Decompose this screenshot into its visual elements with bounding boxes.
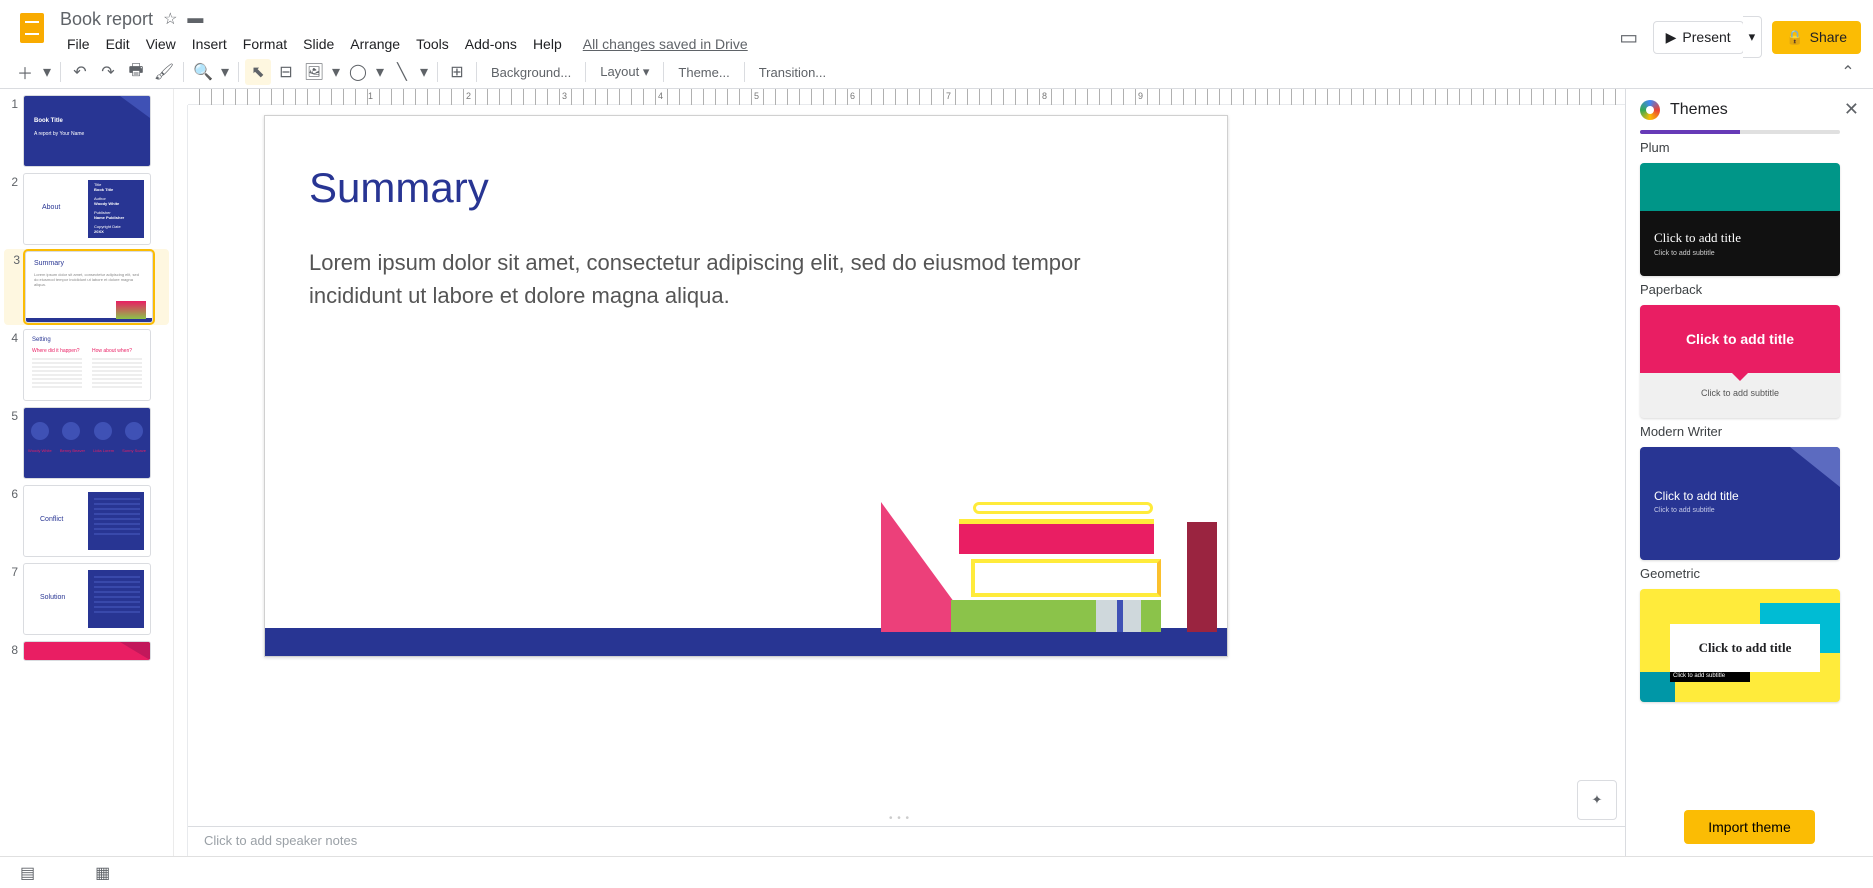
thumbnail-2[interactable]: About Title Book Title Author Woody Whit… <box>23 173 151 245</box>
thumbnail-1[interactable]: Book Title A report by Your Name <box>23 95 151 167</box>
zoom-dropdown[interactable]: ▾ <box>218 59 232 85</box>
thumbnail-6[interactable]: Conflict <box>23 485 151 557</box>
theme-plum-label: Plum <box>1640 140 1859 155</box>
menu-file[interactable]: File <box>60 33 97 55</box>
thumbnail-7[interactable]: Solution <box>23 563 151 635</box>
collapse-toolbar-icon[interactable]: ⌃ <box>1835 59 1861 85</box>
filmstrip-view-icon[interactable]: ▤ <box>20 863 35 883</box>
new-slide-button[interactable]: ＋ <box>12 59 38 85</box>
layout-label: Layout <box>600 64 639 79</box>
notes-drag-handle[interactable]: • • • <box>889 813 910 824</box>
slide-canvas[interactable]: Summary Lorem ipsum dolor sit amet, cons… <box>264 115 1228 657</box>
share-button[interactable]: 🔒 Share <box>1772 21 1861 54</box>
thumbnails-panel[interactable]: 1 Book Title A report by Your Name 2 Abo… <box>0 89 174 856</box>
theme-pop[interactable]: Click to add title Click to add subtitle <box>1640 589 1840 702</box>
slide-title[interactable]: Summary <box>309 164 489 212</box>
doc-title[interactable]: Book report <box>60 9 153 30</box>
line-tool[interactable]: ╲ <box>389 59 415 85</box>
grid-view-icon[interactable]: ▦ <box>95 863 110 883</box>
thumbnail-5[interactable]: Woody White Benny Beaver Lidia Lorem Sun… <box>23 407 151 479</box>
layout-button[interactable]: Layout ▾ <box>592 60 657 84</box>
menu-view[interactable]: View <box>139 33 183 55</box>
present-icon: ▶ <box>1666 29 1677 46</box>
slides-logo[interactable] <box>12 8 52 48</box>
textbox-tool[interactable]: ⊟ <box>273 59 299 85</box>
comment-button[interactable]: ⊞ <box>444 59 470 85</box>
background-button[interactable]: Background... <box>483 61 579 84</box>
theme-modern-writer-label: Modern Writer <box>1640 424 1859 439</box>
save-status[interactable]: All changes saved in Drive <box>583 33 748 55</box>
menu-insert[interactable]: Insert <box>185 33 234 55</box>
menu-addons[interactable]: Add-ons <box>458 33 524 55</box>
theme-button[interactable]: Theme... <box>670 61 737 84</box>
thumbnail-8[interactable] <box>23 641 151 661</box>
image-tool[interactable]: 🖼 <box>301 59 327 85</box>
theme-paperback-label: Paperback <box>1640 282 1859 297</box>
image-dropdown[interactable]: ▾ <box>329 59 343 85</box>
menu-arrange[interactable]: Arrange <box>343 33 407 55</box>
line-dropdown[interactable]: ▾ <box>417 59 431 85</box>
thumbnail-3[interactable]: Summary Lorem ipsum dolor sit amet, cons… <box>25 251 153 323</box>
menu-edit[interactable]: Edit <box>99 33 137 55</box>
thumbnail-4[interactable]: Setting Where did it happen? How about w… <box>23 329 151 401</box>
select-tool[interactable]: ⬉ <box>245 59 271 85</box>
theme-geometric-label: Geometric <box>1640 566 1859 581</box>
close-icon[interactable]: ✕ <box>1844 99 1859 120</box>
move-folder-icon[interactable]: ▬ <box>187 10 203 28</box>
theme-paperback[interactable]: Click to add title Click to add subtitle <box>1640 163 1840 276</box>
books-illustration <box>951 462 1201 632</box>
comments-icon[interactable]: ▭ <box>1615 23 1643 51</box>
star-icon[interactable]: ☆ <box>163 9 177 29</box>
menu-help[interactable]: Help <box>526 33 569 55</box>
present-dropdown[interactable]: ▾ <box>1743 16 1763 58</box>
share-label: Share <box>1810 29 1847 45</box>
slide-body[interactable]: Lorem ipsum dolor sit amet, consectetur … <box>309 246 1167 312</box>
undo-button[interactable]: ↶ <box>67 59 93 85</box>
horizontal-ruler: 1 2 3 4 5 6 7 8 9 <box>188 89 1625 105</box>
shape-dropdown[interactable]: ▾ <box>373 59 387 85</box>
new-slide-dropdown[interactable]: ▾ <box>40 59 54 85</box>
print-button[interactable]: 🖶 <box>123 59 149 85</box>
palette-icon <box>1640 100 1660 120</box>
menu-tools[interactable]: Tools <box>409 33 456 55</box>
zoom-button[interactable]: 🔍 <box>190 59 216 85</box>
lock-icon: 🔒 <box>1786 29 1803 46</box>
menu-format[interactable]: Format <box>236 33 294 55</box>
transition-button[interactable]: Transition... <box>751 61 834 84</box>
themes-list[interactable]: Plum Click to add title Click to add sub… <box>1626 130 1873 798</box>
theme-geometric[interactable]: Click to add title Click to add subtitle <box>1640 447 1840 560</box>
explore-button[interactable]: ✦ <box>1577 780 1617 820</box>
menu-slide[interactable]: Slide <box>296 33 341 55</box>
themes-title: Themes <box>1670 101 1728 119</box>
redo-button[interactable]: ↷ <box>95 59 121 85</box>
theme-modern-writer[interactable]: Click to add title Click to add subtitle <box>1640 305 1840 418</box>
present-label: Present <box>1682 29 1730 45</box>
vertical-ruler <box>174 105 188 856</box>
present-button[interactable]: ▶ Present <box>1653 21 1744 54</box>
speaker-notes[interactable]: Click to add speaker notes <box>188 826 1625 856</box>
paint-format-button[interactable]: 🖌 <box>151 59 177 85</box>
import-theme-button[interactable]: Import theme <box>1684 810 1814 844</box>
slide-footer-band <box>265 628 1227 656</box>
shape-tool[interactable]: ◯ <box>345 59 371 85</box>
